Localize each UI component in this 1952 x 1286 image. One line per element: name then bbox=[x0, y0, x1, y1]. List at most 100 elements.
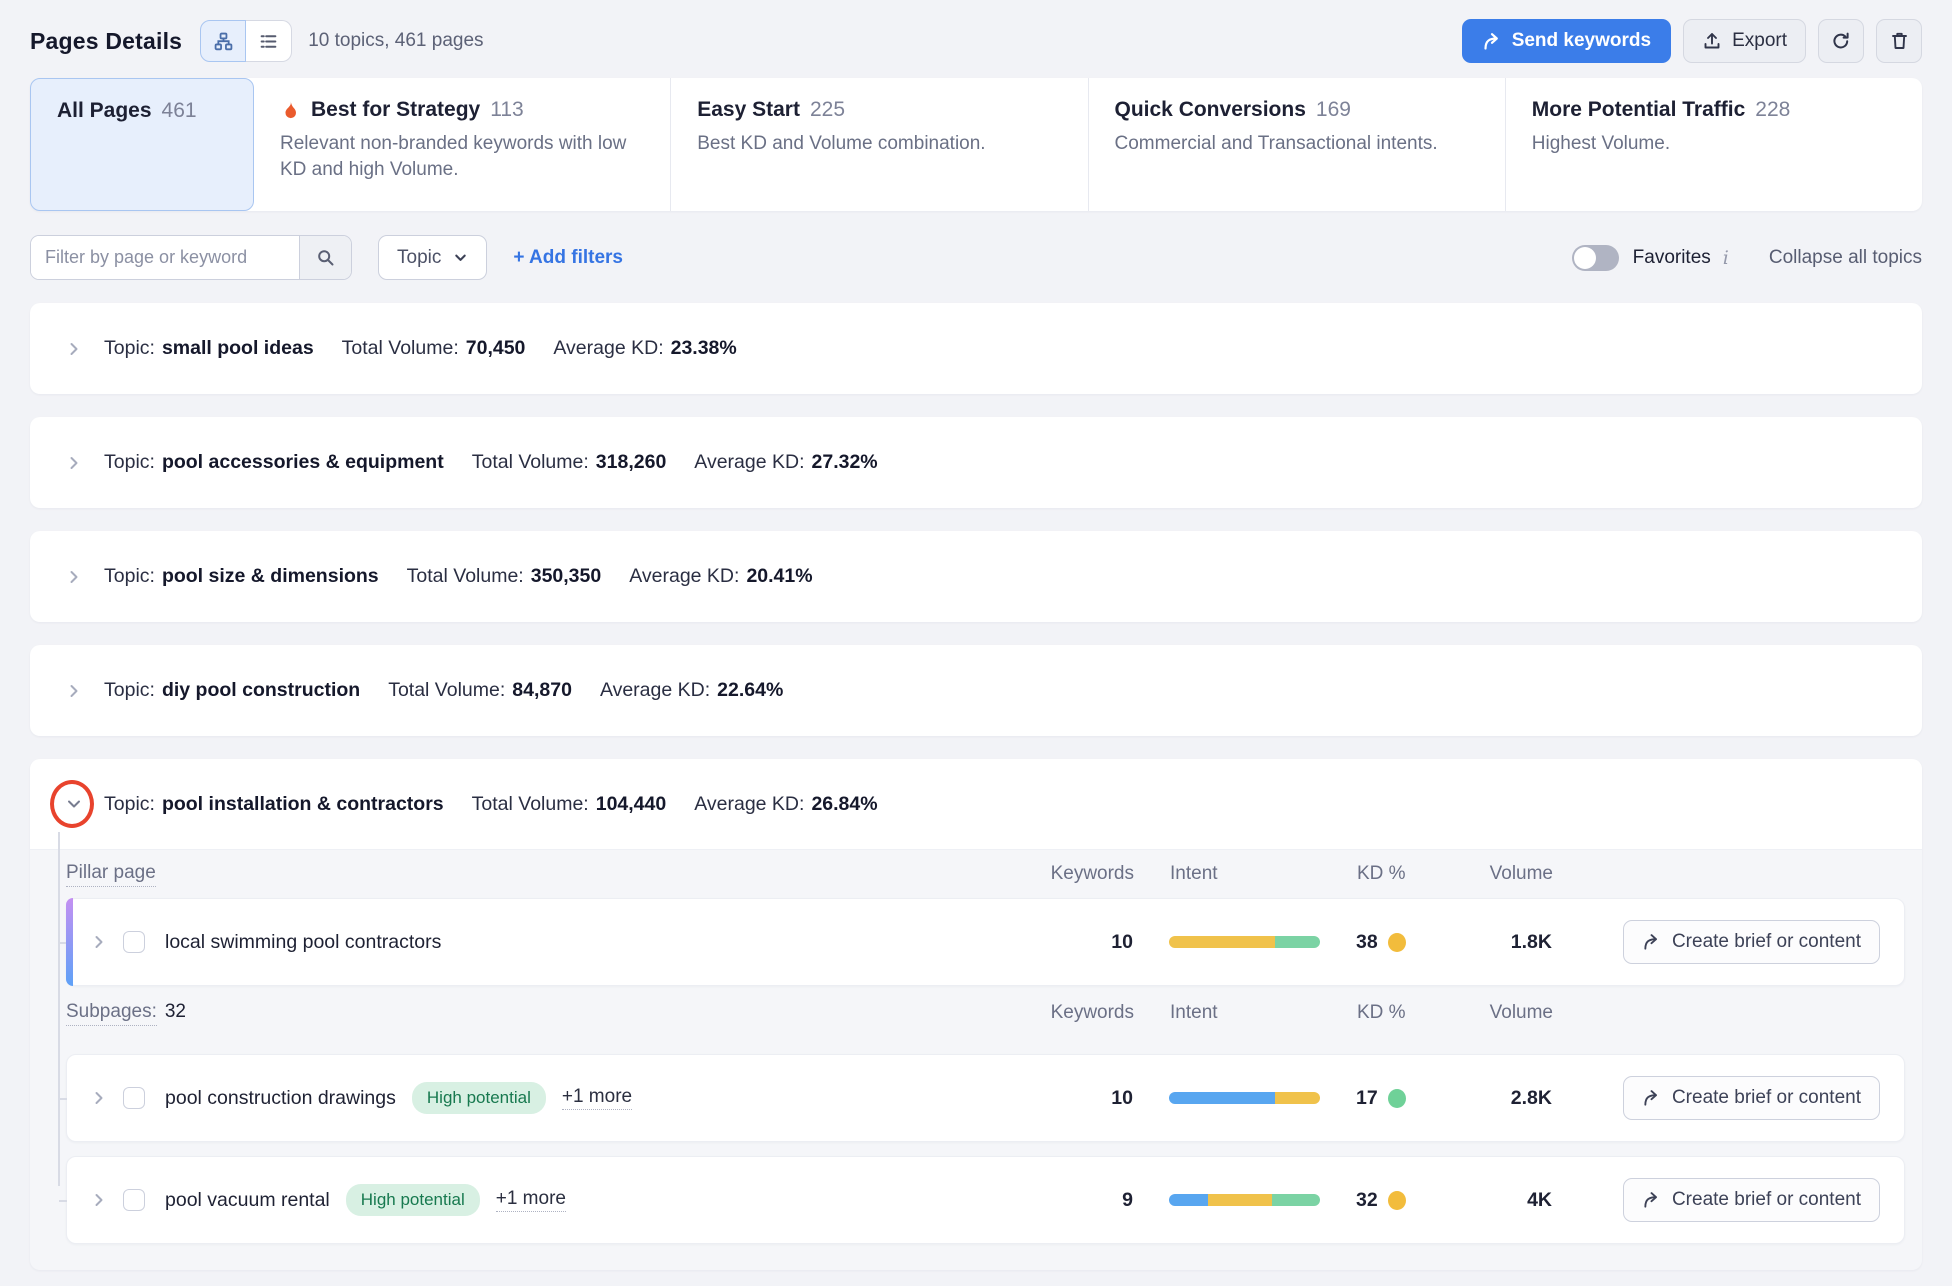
filter-bar: Topic + Add filters Favorites i Collapse… bbox=[30, 235, 1922, 280]
tab-easy-start[interactable]: Easy Start 225 Best KD and Volume combin… bbox=[671, 78, 1088, 211]
view-toggle bbox=[200, 20, 292, 62]
tab-description: Commercial and Transactional intents. bbox=[1115, 131, 1479, 157]
chevron-right-icon[interactable] bbox=[91, 1090, 107, 1106]
volume-value: 2.8K bbox=[1462, 1087, 1552, 1110]
more-badges-link[interactable]: +1 more bbox=[496, 1188, 566, 1212]
favorites-toggle[interactable] bbox=[1572, 245, 1619, 271]
tab-count: 169 bbox=[1316, 98, 1351, 122]
total-volume-value: 70,450 bbox=[466, 337, 526, 360]
export-button[interactable]: Export bbox=[1683, 19, 1806, 63]
topic-row-small-pool-ideas[interactable]: Topic:small pool ideas Total Volume:70,4… bbox=[30, 303, 1922, 394]
kd-dot bbox=[1388, 1191, 1406, 1210]
tree-connector-line bbox=[58, 832, 60, 1186]
pillar-page-row[interactable]: local swimming pool contractors 10 38 1.… bbox=[66, 898, 1905, 986]
chevron-right-icon[interactable] bbox=[91, 1192, 107, 1208]
column-intent: Intent bbox=[1170, 863, 1321, 885]
topic-expanded-pool-installation: Topic:pool installation & contractors To… bbox=[30, 759, 1922, 1270]
more-badges-link[interactable]: +1 more bbox=[562, 1086, 632, 1110]
kd-dot bbox=[1388, 933, 1406, 952]
page-title: Pages Details bbox=[30, 28, 182, 55]
column-intent: Intent bbox=[1170, 1002, 1321, 1024]
search-input[interactable] bbox=[31, 236, 299, 279]
forward-arrow-icon bbox=[1642, 1089, 1661, 1107]
tab-count: 461 bbox=[162, 99, 197, 123]
forward-arrow-icon bbox=[1642, 1191, 1661, 1209]
create-brief-button[interactable]: Create brief or content bbox=[1623, 920, 1880, 964]
kd-value: 17 bbox=[1356, 1087, 1378, 1110]
topic-name: diy pool construction bbox=[162, 679, 360, 702]
create-brief-button[interactable]: Create brief or content bbox=[1623, 1076, 1880, 1120]
kd-value: 38 bbox=[1356, 931, 1378, 954]
list-view-button[interactable] bbox=[246, 20, 292, 62]
tab-count: 228 bbox=[1755, 98, 1790, 122]
tab-description: Highest Volume. bbox=[1532, 131, 1896, 157]
high-potential-badge: High potential bbox=[412, 1082, 546, 1114]
topic-filter-dropdown[interactable]: Topic bbox=[378, 235, 487, 280]
chevron-down-icon[interactable] bbox=[66, 796, 82, 812]
page-name: pool construction drawings bbox=[165, 1087, 396, 1110]
pillar-page-label[interactable]: Pillar page bbox=[66, 862, 156, 887]
tab-count: 113 bbox=[490, 98, 523, 122]
strategy-tabs: All Pages 461 Best for Strategy 113 Rele… bbox=[30, 78, 1922, 211]
subpages-label[interactable]: Subpages: bbox=[66, 1001, 157, 1026]
forward-arrow-icon bbox=[1642, 933, 1661, 951]
info-icon[interactable]: i bbox=[1723, 247, 1729, 269]
tab-count: 225 bbox=[810, 98, 845, 122]
search-box bbox=[30, 235, 352, 280]
send-keywords-button[interactable]: Send keywords bbox=[1462, 19, 1671, 63]
collapse-all-topics-link[interactable]: Collapse all topics bbox=[1769, 247, 1922, 269]
page-header: Pages Details bbox=[30, 16, 1922, 66]
subpage-row-pool-construction-drawings[interactable]: pool construction drawings High potentia… bbox=[66, 1054, 1905, 1142]
list-icon bbox=[259, 32, 278, 51]
tab-best-for-strategy[interactable]: Best for Strategy 113 Relevant non-brand… bbox=[254, 78, 671, 211]
topic-name: pool size & dimensions bbox=[162, 565, 379, 588]
tab-description: Best KD and Volume combination. bbox=[697, 131, 1061, 157]
volume-value: 1.8K bbox=[1462, 931, 1552, 954]
search-button[interactable] bbox=[299, 236, 351, 279]
kd-dot bbox=[1388, 1089, 1406, 1108]
page-name: local swimming pool contractors bbox=[165, 931, 441, 954]
topic-row-pool-accessories[interactable]: Topic:pool accessories & equipment Total… bbox=[30, 417, 1922, 508]
tab-all-pages[interactable]: All Pages 461 bbox=[30, 78, 254, 211]
intent-bar bbox=[1169, 1092, 1320, 1104]
refresh-button[interactable] bbox=[1818, 19, 1864, 63]
sitemap-icon bbox=[214, 32, 233, 51]
total-volume-value: 84,870 bbox=[512, 679, 572, 702]
tab-more-potential-traffic[interactable]: More Potential Traffic 228 Highest Volum… bbox=[1506, 78, 1922, 211]
total-volume-value: 318,260 bbox=[596, 451, 667, 474]
column-kd: KD % bbox=[1357, 863, 1427, 885]
chevron-right-icon[interactable] bbox=[66, 455, 82, 471]
topic-row-pool-size[interactable]: Topic:pool size & dimensions Total Volum… bbox=[30, 531, 1922, 622]
row-checkbox[interactable] bbox=[123, 931, 145, 953]
row-checkbox[interactable] bbox=[123, 1087, 145, 1109]
subpage-row-pool-vacuum-rental[interactable]: pool vacuum rental High potential +1 mor… bbox=[66, 1156, 1905, 1244]
topics-pages-summary: 10 topics, 461 pages bbox=[308, 30, 483, 52]
average-kd-value: 23.38% bbox=[671, 337, 737, 360]
topic-row-diy-pool-construction[interactable]: Topic:diy pool construction Total Volume… bbox=[30, 645, 1922, 736]
tree-view-button[interactable] bbox=[200, 20, 246, 62]
forward-arrow-icon bbox=[1482, 32, 1502, 51]
topic-name: small pool ideas bbox=[162, 337, 314, 360]
search-icon bbox=[316, 248, 336, 268]
chevron-right-icon[interactable] bbox=[66, 683, 82, 699]
average-kd-value: 20.41% bbox=[746, 565, 812, 588]
chevron-right-icon[interactable] bbox=[66, 569, 82, 585]
column-kd: KD % bbox=[1357, 1002, 1427, 1024]
average-kd-value: 22.64% bbox=[717, 679, 783, 702]
topic-name: pool accessories & equipment bbox=[162, 451, 444, 474]
keywords-count: 10 bbox=[983, 1087, 1133, 1110]
page-name: pool vacuum rental bbox=[165, 1189, 330, 1212]
create-brief-button[interactable]: Create brief or content bbox=[1623, 1178, 1880, 1222]
chevron-right-icon[interactable] bbox=[91, 934, 107, 950]
topic-row-pool-installation[interactable]: Topic:pool installation & contractors To… bbox=[30, 759, 1922, 850]
tab-quick-conversions[interactable]: Quick Conversions 169 Commercial and Tra… bbox=[1089, 78, 1506, 211]
intent-bar bbox=[1169, 1194, 1320, 1206]
delete-button[interactable] bbox=[1876, 19, 1922, 63]
pages-table: Pillar page Keywords Intent KD % Volume bbox=[30, 850, 1922, 1270]
add-filters-link[interactable]: + Add filters bbox=[513, 247, 623, 269]
chevron-right-icon[interactable] bbox=[66, 341, 82, 357]
keywords-count: 10 bbox=[983, 931, 1133, 954]
row-checkbox[interactable] bbox=[123, 1189, 145, 1211]
refresh-icon bbox=[1831, 31, 1851, 51]
export-icon bbox=[1702, 31, 1722, 51]
